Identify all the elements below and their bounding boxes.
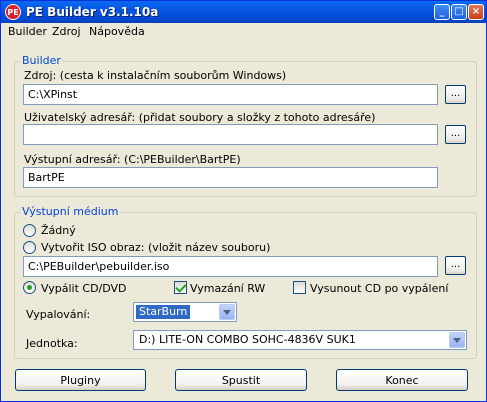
menu-bar: Builder Zdroj Nápověda bbox=[1, 23, 486, 41]
maximize-button[interactable]: □ bbox=[451, 4, 467, 20]
chevron-down-icon bbox=[453, 337, 461, 343]
app-icon: PE bbox=[5, 4, 21, 20]
plugins-button[interactable]: Pluginy bbox=[15, 369, 146, 391]
minimize-button[interactable]: _ bbox=[434, 4, 450, 20]
exit-button[interactable]: Konec bbox=[336, 369, 468, 391]
radio-burn[interactable] bbox=[23, 281, 36, 294]
eject-label: Vysunout CD po vypálení bbox=[310, 282, 449, 295]
drive-label: Jednotka: bbox=[26, 337, 78, 350]
burning-dropdown-button[interactable] bbox=[219, 304, 235, 320]
start-button[interactable]: Spustit bbox=[175, 369, 307, 391]
radio-burn-label: Vypálit CD/DVD bbox=[41, 282, 127, 295]
menu-builder[interactable]: Builder bbox=[8, 25, 47, 38]
media-group-legend: Výstupní médium bbox=[20, 205, 121, 218]
burning-select[interactable]: StarBurn bbox=[133, 302, 237, 322]
builder-group-legend: Builder bbox=[20, 54, 63, 67]
output-dir-label: Výstupní adresář: (C:\PEBuilder\BartPE) bbox=[24, 153, 241, 166]
title-bar[interactable]: PE PE Builder v3.1.10a _ □ × bbox=[1, 1, 486, 23]
custom-dir-browse-button[interactable]: ... bbox=[445, 125, 466, 144]
radio-iso-label: Vytvořit ISO obraz: (vložit název soubor… bbox=[41, 241, 271, 254]
menu-zdroj[interactable]: Zdroj bbox=[52, 25, 81, 38]
window-title: PE Builder v3.1.10a bbox=[26, 5, 159, 19]
drive-select-value: D:) LITE-ON COMBO SOHC-4836V SUK1 bbox=[139, 333, 356, 346]
radio-iso[interactable] bbox=[23, 241, 36, 254]
chevron-down-icon bbox=[223, 309, 231, 315]
iso-browse-button[interactable]: ... bbox=[445, 256, 466, 275]
radio-none[interactable] bbox=[23, 224, 36, 237]
source-input[interactable]: C:\XPinst bbox=[23, 84, 438, 105]
erase-rw-label: Vymazání RW bbox=[190, 282, 266, 295]
drive-dropdown-button[interactable] bbox=[449, 332, 465, 348]
radio-none-label: Žádný bbox=[41, 224, 76, 237]
source-label: Zdroj: (cesta k instalačním souborům Win… bbox=[24, 69, 287, 82]
drive-select[interactable]: D:) LITE-ON COMBO SOHC-4836V SUK1 bbox=[133, 330, 467, 350]
eject-checkbox[interactable] bbox=[293, 281, 306, 294]
burning-label: Vypalování: bbox=[26, 308, 91, 321]
close-button[interactable]: × bbox=[468, 4, 484, 20]
source-browse-button[interactable]: ... bbox=[445, 85, 466, 104]
custom-dir-label: Uživatelský adresář: (přidat soubory a s… bbox=[24, 111, 376, 124]
iso-filename-input[interactable]: C:\PEBuilder\pebuilder.iso bbox=[23, 256, 438, 277]
output-dir-input[interactable]: BartPE bbox=[23, 167, 438, 188]
menu-napoveda[interactable]: Nápověda bbox=[89, 25, 145, 38]
app-window: PE PE Builder v3.1.10a _ □ × Builder Zdr… bbox=[0, 0, 487, 402]
burning-select-value: StarBurn bbox=[136, 305, 191, 319]
erase-rw-checkbox[interactable] bbox=[174, 281, 187, 294]
custom-dir-input[interactable] bbox=[23, 124, 438, 145]
